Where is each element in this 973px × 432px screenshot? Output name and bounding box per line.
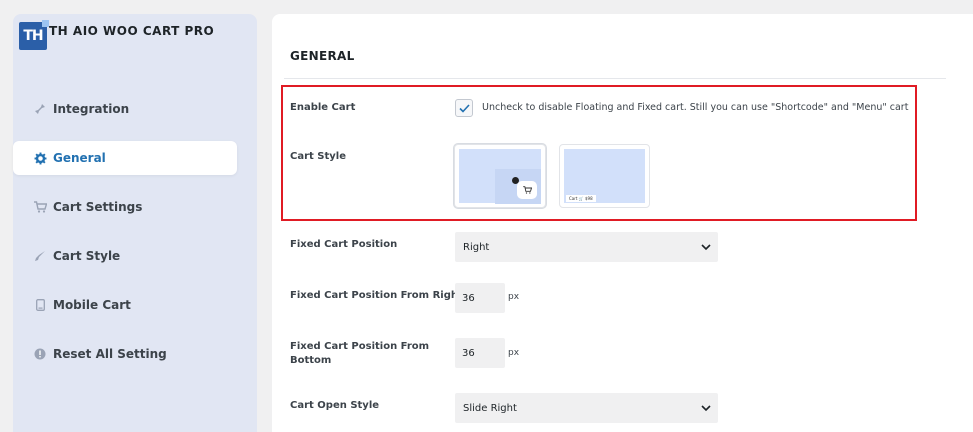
section-title: GENERAL bbox=[290, 49, 355, 63]
enable-cart-label: Enable Cart bbox=[290, 102, 356, 113]
menu-cart-preview-label: Cart 🛒 $98 bbox=[566, 195, 596, 202]
fixed-cart-position-label: Fixed Cart Position bbox=[290, 239, 398, 250]
position-from-bottom-unit: px bbox=[508, 348, 520, 358]
sidebar-item-mobile-cart[interactable]: Mobile Cart bbox=[13, 288, 237, 322]
position-from-right-label: Fixed Cart Position From Right bbox=[290, 290, 463, 301]
sidebar-item-cart-settings[interactable]: Cart Settings bbox=[13, 190, 237, 224]
cart-style-label: Cart Style bbox=[290, 151, 346, 162]
sidebar-item-label: Reset All Setting bbox=[53, 347, 167, 361]
sidebar-item-label: Mobile Cart bbox=[53, 298, 131, 312]
brand-name: TH AIO WOO CART PRO bbox=[49, 24, 215, 38]
position-from-right-input[interactable]: 36 bbox=[455, 283, 505, 313]
brand-logo: TH bbox=[19, 20, 49, 50]
section-divider bbox=[284, 78, 946, 79]
pin-icon bbox=[33, 102, 47, 116]
sidebar-item-integration[interactable]: Integration bbox=[13, 92, 237, 126]
sidebar-item-label: Cart Settings bbox=[53, 200, 143, 214]
fixed-cart-position-select[interactable]: Right bbox=[455, 232, 718, 262]
position-from-bottom-label: Fixed Cart Position From Bottom bbox=[290, 341, 430, 366]
select-value: Slide Right bbox=[463, 402, 517, 414]
gear-icon bbox=[33, 151, 47, 165]
sidebar-item-general[interactable]: General bbox=[13, 141, 237, 175]
cart-icon bbox=[33, 200, 47, 214]
mobile-icon bbox=[33, 298, 47, 312]
cart-open-style-label: Cart Open Style bbox=[290, 400, 380, 411]
sidebar-item-reset-all-setting[interactable]: Reset All Setting bbox=[13, 337, 237, 371]
cart-style-option-floating[interactable] bbox=[454, 144, 546, 208]
sidebar-item-cart-style[interactable]: Cart Style bbox=[13, 239, 237, 273]
enable-cart-help: Uncheck to disable Floating and Fixed ca… bbox=[482, 102, 909, 113]
sidebar-item-label: General bbox=[53, 151, 106, 165]
alert-icon bbox=[33, 347, 47, 361]
chevron-down-icon bbox=[701, 405, 711, 412]
settings-panel: GENERAL bbox=[272, 14, 973, 432]
cart-style-option-menu[interactable]: Cart 🛒 $98 bbox=[559, 144, 650, 208]
floating-cart-preview bbox=[459, 149, 541, 204]
sidebar-item-label: Cart Style bbox=[53, 249, 121, 263]
enable-cart-checkbox[interactable] bbox=[455, 99, 473, 117]
menu-cart-preview: Cart 🛒 $98 bbox=[564, 149, 645, 203]
select-value: Right bbox=[463, 241, 490, 253]
chevron-down-icon bbox=[701, 244, 711, 251]
brand: TH TH AIO WOO CART PRO bbox=[19, 20, 215, 50]
floating-cart-icon bbox=[517, 181, 537, 199]
cart-open-style-select[interactable]: Slide Right bbox=[455, 393, 718, 423]
position-from-bottom-input[interactable]: 36 bbox=[455, 338, 505, 368]
brush-icon bbox=[33, 249, 47, 263]
sidebar-item-label: Integration bbox=[53, 102, 130, 116]
checkmark-icon bbox=[458, 103, 470, 113]
position-from-right-unit: px bbox=[508, 292, 520, 302]
